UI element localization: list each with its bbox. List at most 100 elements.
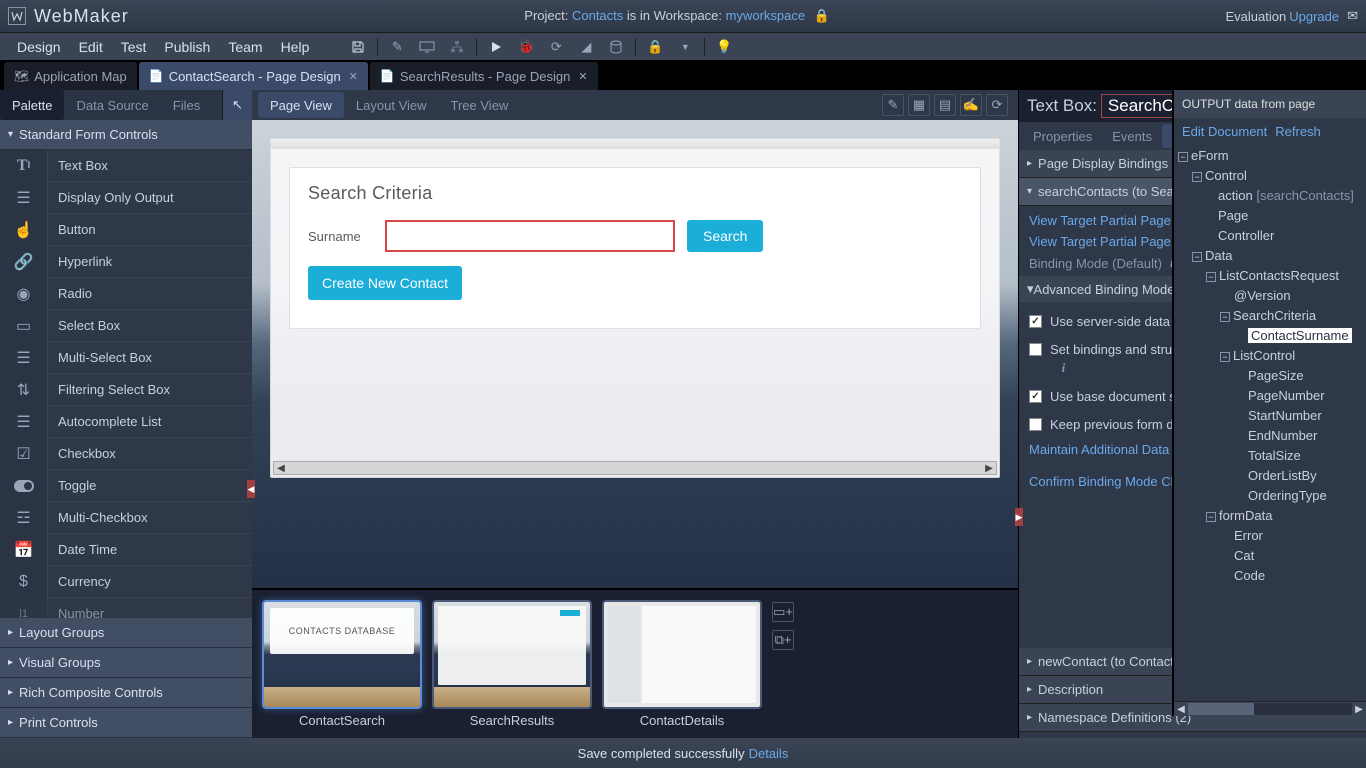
monitor-icon[interactable]: [416, 36, 438, 58]
search-criteria-group: Search Criteria Surname Search Create Ne…: [289, 167, 981, 329]
project-name-link[interactable]: Contacts: [572, 8, 623, 23]
control-currency[interactable]: $Currency: [0, 566, 252, 598]
view-layout[interactable]: Layout View: [344, 92, 439, 118]
menu-edit[interactable]: Edit: [70, 39, 112, 55]
page-icon: 📄: [149, 69, 164, 83]
tree-header: OUTPUT data from page: [1174, 90, 1366, 118]
chevron-down-icon[interactable]: ▼: [674, 36, 696, 58]
tab-searchresults[interactable]: 📄SearchResults - Page Design✕: [370, 62, 598, 90]
menu-publish[interactable]: Publish: [155, 39, 219, 55]
play-icon[interactable]: [485, 36, 507, 58]
view-tree[interactable]: Tree View: [439, 92, 521, 118]
edit-icon[interactable]: ✎: [386, 36, 408, 58]
workspace-name-link[interactable]: myworkspace: [726, 8, 805, 23]
control-number[interactable]: |1Number: [0, 598, 252, 618]
create-contact-button[interactable]: Create New Contact: [308, 266, 462, 300]
duplicate-page-icon[interactable]: ⧉+: [772, 630, 794, 650]
refresh-tree-link[interactable]: Refresh: [1275, 124, 1321, 139]
database-icon[interactable]: [605, 36, 627, 58]
horizontal-scrollbar[interactable]: ◀▶: [273, 461, 997, 475]
bug-icon[interactable]: 🐞: [515, 36, 537, 58]
menu-help[interactable]: Help: [272, 39, 319, 55]
control-multi-select[interactable]: ☰Multi-Select Box: [0, 342, 252, 374]
thumbnail-searchresults[interactable]: SearchResults: [432, 600, 592, 728]
control-multi-checkbox[interactable]: ☲Multi-Checkbox: [0, 502, 252, 534]
checkbox-base-doc[interactable]: [1029, 390, 1042, 403]
info-icon[interactable]: i: [1062, 360, 1066, 375]
checkbox-keep-form[interactable]: [1029, 418, 1042, 431]
close-icon[interactable]: ✕: [349, 70, 358, 83]
menu-team[interactable]: Team: [219, 39, 271, 55]
tree-collapse-icon[interactable]: −: [1206, 512, 1216, 522]
lock-toolbar-icon[interactable]: 🔒: [644, 36, 666, 58]
evaluation-label: Evaluation: [1226, 9, 1287, 24]
control-filtering-select[interactable]: ⇅Filtering Select Box: [0, 374, 252, 406]
control-text-box[interactable]: TIText Box: [0, 150, 252, 182]
view-page[interactable]: Page View: [258, 92, 344, 118]
tree-collapse-icon[interactable]: −: [1192, 172, 1202, 182]
thumbnail-contactsearch[interactable]: CONTACTS DATABASE ContactSearch: [262, 600, 422, 728]
design-mode-icon[interactable]: ✎: [882, 94, 904, 116]
control-toggle[interactable]: Toggle: [0, 470, 252, 502]
output-data-tree: OUTPUT data from page Edit Document Refr…: [1172, 90, 1366, 716]
tab-contactsearch[interactable]: 📄ContactSearch - Page Design✕: [139, 62, 368, 90]
sitemap-icon[interactable]: [446, 36, 468, 58]
tree-horizontal-scrollbar[interactable]: ◀▶: [1174, 701, 1366, 716]
tree-node-contact-surname[interactable]: ContactSurname: [1248, 328, 1352, 343]
status-details-link[interactable]: Details: [749, 746, 789, 761]
collapse-left-handle[interactable]: ◀: [247, 480, 255, 498]
refresh-icon[interactable]: ⟳: [545, 36, 567, 58]
lock-icon: 🔒: [814, 8, 830, 24]
tree-collapse-icon[interactable]: −: [1220, 312, 1230, 322]
checkbox-set-bindings[interactable]: [1029, 343, 1042, 356]
tree-collapse-icon[interactable]: −: [1220, 352, 1230, 362]
control-checkbox[interactable]: ☑Checkbox: [0, 438, 252, 470]
control-select-box[interactable]: ▭Select Box: [0, 310, 252, 342]
palette-tab[interactable]: Palette: [0, 90, 64, 120]
menu-test[interactable]: Test: [112, 39, 156, 55]
menu-design[interactable]: Design: [8, 39, 70, 55]
save-icon[interactable]: [347, 36, 369, 58]
group-visual[interactable]: ▸Visual Groups: [0, 648, 252, 678]
eraser-icon[interactable]: ◢: [575, 36, 597, 58]
bulb-icon[interactable]: 💡: [713, 36, 735, 58]
chevron-right-icon: ▸: [1027, 684, 1032, 695]
group-print[interactable]: ▸Print Controls: [0, 708, 252, 738]
design-canvas[interactable]: Search Criteria Surname Search Create Ne…: [252, 120, 1018, 588]
cursor-icon[interactable]: ↖: [222, 90, 252, 120]
layout1-icon[interactable]: ▦: [908, 94, 930, 116]
files-tab[interactable]: Files: [161, 90, 212, 120]
chevron-right-icon: ▸: [1027, 158, 1032, 169]
edit-document-link[interactable]: Edit Document: [1182, 124, 1267, 139]
upgrade-link[interactable]: Upgrade: [1289, 9, 1339, 24]
refresh-view-icon[interactable]: ⟳: [986, 94, 1008, 116]
add-page-icon[interactable]: ▭+: [772, 602, 794, 622]
select-icon: ▭: [0, 310, 48, 342]
mail-icon[interactable]: ✉: [1347, 8, 1358, 24]
group-standard-controls[interactable]: ▾Standard Form Controls: [0, 120, 252, 150]
control-button[interactable]: ☝Button: [0, 214, 252, 246]
tree-collapse-icon[interactable]: −: [1192, 252, 1202, 262]
close-icon[interactable]: ✕: [578, 70, 587, 83]
tab-properties[interactable]: Properties: [1023, 124, 1102, 148]
brush-icon[interactable]: ✍: [960, 94, 982, 116]
datasource-tab[interactable]: Data Source: [64, 90, 160, 120]
link-maintain-data[interactable]: Maintain Additional Data: [1029, 442, 1169, 457]
control-radio[interactable]: ◉Radio: [0, 278, 252, 310]
surname-input[interactable]: [385, 220, 675, 252]
layout2-icon[interactable]: ▤: [934, 94, 956, 116]
control-autocomplete[interactable]: ☰Autocomplete List: [0, 406, 252, 438]
checkbox-server-side[interactable]: [1029, 315, 1042, 328]
control-display-only[interactable]: ☰Display Only Output: [0, 182, 252, 214]
group-rich[interactable]: ▸Rich Composite Controls: [0, 678, 252, 708]
control-date-time[interactable]: 📅Date Time: [0, 534, 252, 566]
tab-events[interactable]: Events: [1102, 124, 1162, 148]
collapse-right-handle[interactable]: ▶: [1015, 508, 1023, 526]
control-hyperlink[interactable]: 🔗Hyperlink: [0, 246, 252, 278]
tree-collapse-icon[interactable]: −: [1206, 272, 1216, 282]
thumbnail-contactdetails[interactable]: ContactDetails: [602, 600, 762, 728]
search-button[interactable]: Search: [687, 220, 763, 252]
tree-collapse-icon[interactable]: −: [1178, 152, 1188, 162]
tab-application-map[interactable]: 🗺Application Map: [4, 62, 137, 90]
group-layout[interactable]: ▸Layout Groups: [0, 618, 252, 648]
